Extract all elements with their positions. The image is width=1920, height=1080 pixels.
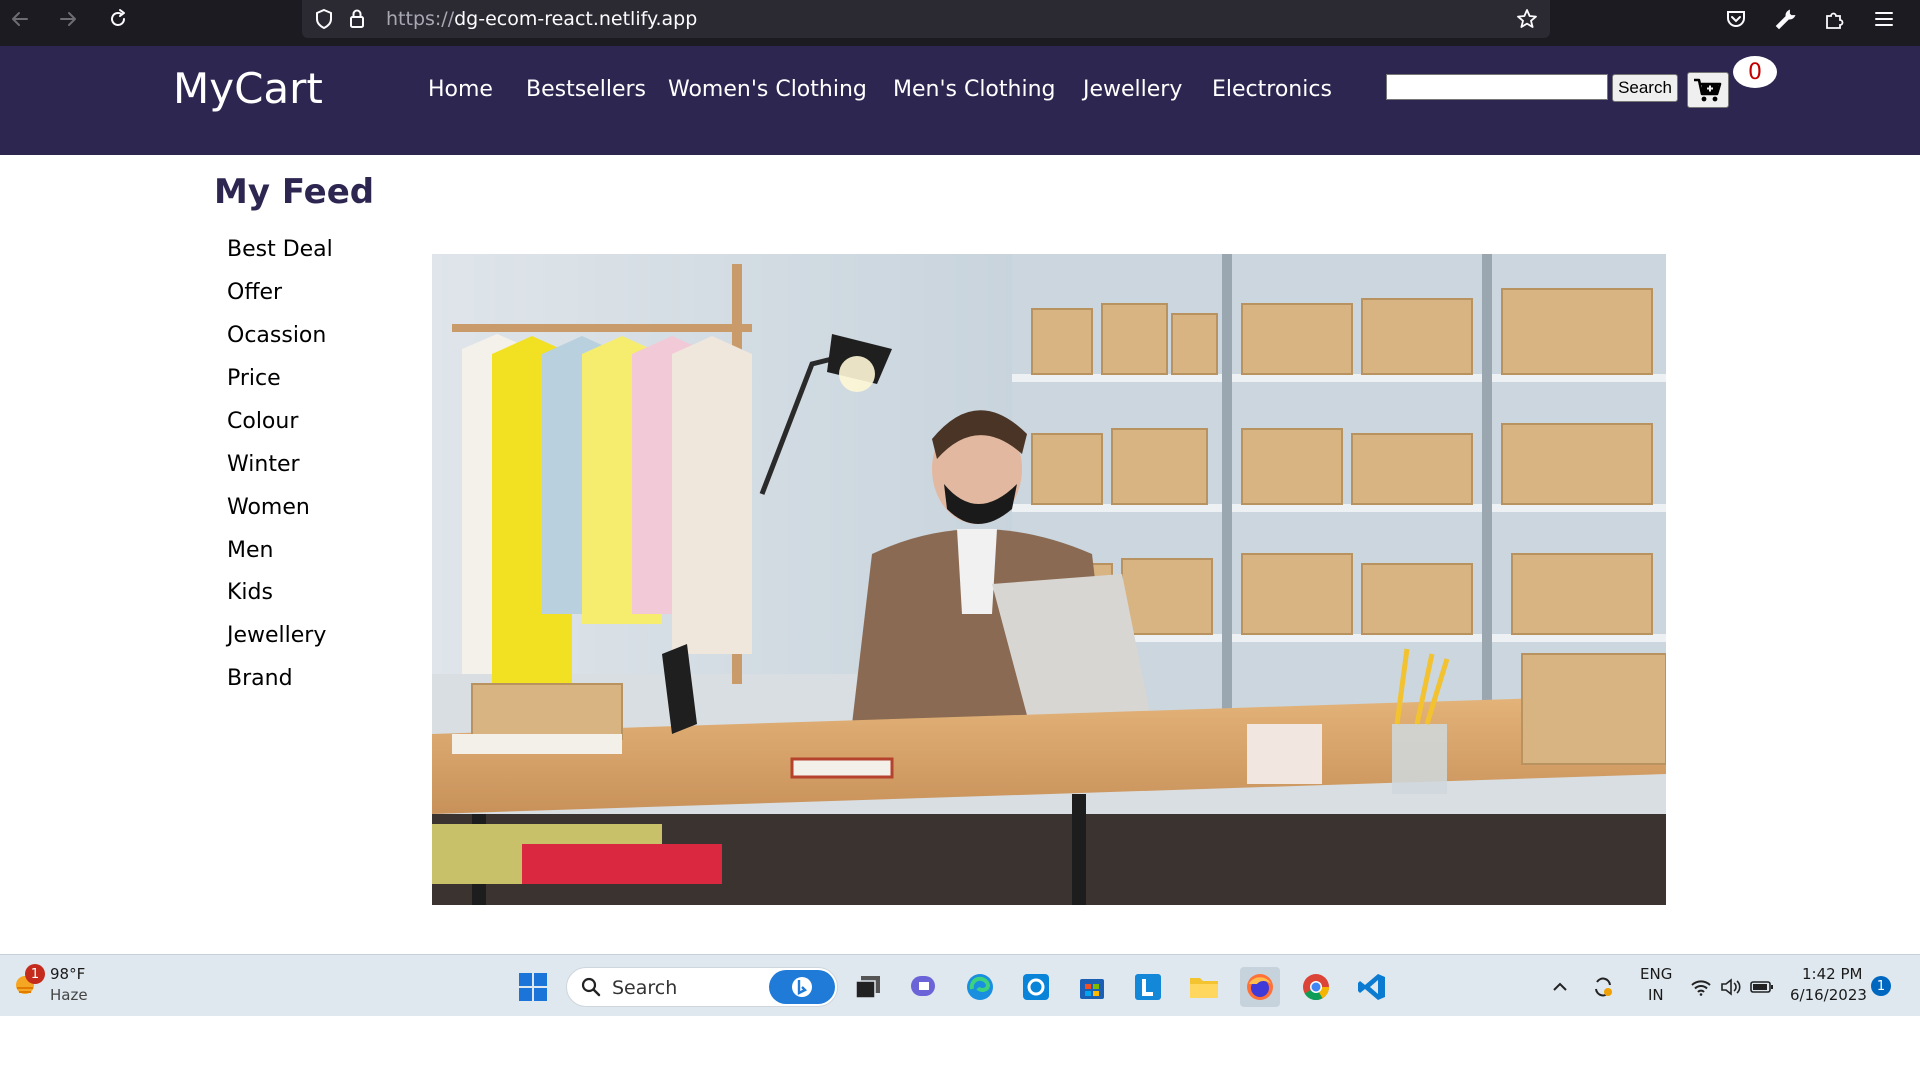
nav-home[interactable]: Home: [428, 77, 493, 102]
taskbar: 1 98°F Haze Search ENG IN 1:42 PM 6/16/2…: [0, 954, 1920, 1017]
blank-area: [0, 1016, 1920, 1080]
url-text: https://dg-ecom-react.netlify.app: [386, 8, 697, 30]
feed-item-women[interactable]: Women: [227, 495, 310, 520]
weather-desc[interactable]: Haze: [50, 986, 88, 1004]
cart-button[interactable]: [1687, 72, 1729, 108]
hero-image: [432, 254, 1666, 905]
shield-icon[interactable]: [312, 8, 336, 30]
store-icon[interactable]: [1072, 967, 1112, 1007]
extensions-icon[interactable]: [1820, 7, 1848, 31]
volume-icon[interactable]: [1718, 967, 1744, 1007]
l-app-icon[interactable]: [1128, 967, 1168, 1007]
url-scheme: https://: [386, 8, 455, 30]
back-button[interactable]: [0, 0, 40, 38]
site-header: MyCart Home Bestsellers Women's Clothing…: [0, 46, 1920, 155]
forward-button[interactable]: [48, 0, 88, 38]
sync-icon[interactable]: [1588, 967, 1618, 1007]
site-logo[interactable]: MyCart: [173, 64, 323, 113]
battery-icon[interactable]: [1748, 967, 1776, 1007]
feed-item-best-deal[interactable]: Best Deal: [227, 237, 333, 262]
search-button[interactable]: Search: [1612, 74, 1678, 102]
file-explorer-icon[interactable]: [1184, 967, 1224, 1007]
nav-jewellery[interactable]: Jewellery: [1083, 77, 1182, 102]
feed-item-winter[interactable]: Winter: [227, 452, 300, 477]
clock-time[interactable]: 1:42 PM: [1802, 965, 1862, 983]
feed-item-ocassion[interactable]: Ocassion: [227, 323, 326, 348]
language-bottom[interactable]: IN: [1648, 986, 1664, 1004]
taskbar-search[interactable]: Search: [566, 967, 838, 1007]
vscode-icon[interactable]: [1352, 967, 1392, 1007]
lock-icon[interactable]: [346, 7, 368, 31]
teams-chat-icon[interactable]: [904, 967, 944, 1007]
edge-icon[interactable]: [960, 967, 1000, 1007]
weather-temp[interactable]: 98°F: [50, 965, 85, 983]
search-icon: [581, 977, 601, 997]
search-input[interactable]: [1386, 74, 1608, 100]
feed-item-offer[interactable]: Offer: [227, 280, 282, 305]
chrome-icon[interactable]: [1296, 967, 1336, 1007]
nav-electronics[interactable]: Electronics: [1212, 77, 1332, 102]
feed-item-jewellery[interactable]: Jewellery: [227, 623, 326, 648]
nav-mens-clothing[interactable]: Men's Clothing: [893, 77, 1056, 102]
bookmark-star-icon[interactable]: [1514, 7, 1540, 31]
browser-toolbar: https://dg-ecom-react.netlify.app: [0, 0, 1920, 46]
feed-item-brand[interactable]: Brand: [227, 666, 293, 691]
url-bar[interactable]: https://dg-ecom-react.netlify.app: [302, 0, 1550, 38]
windows-icon: [519, 973, 547, 1001]
cortana-icon[interactable]: [1016, 967, 1056, 1007]
url-host: dg-ecom-react.netlify.app: [454, 8, 698, 30]
nav-womens-clothing[interactable]: Women's Clothing: [668, 77, 867, 102]
pocket-icon[interactable]: [1722, 7, 1750, 31]
start-button[interactable]: [513, 967, 553, 1007]
notification-badge[interactable]: 1: [1871, 976, 1891, 996]
nav-bestsellers[interactable]: Bestsellers: [526, 77, 646, 102]
feed-item-colour[interactable]: Colour: [227, 409, 298, 434]
feed-title: My Feed: [214, 172, 375, 212]
clock-date[interactable]: 6/16/2023: [1790, 986, 1867, 1004]
hamburger-menu-icon[interactable]: [1870, 7, 1898, 31]
reload-button[interactable]: [98, 0, 138, 38]
task-view-icon[interactable]: [848, 967, 888, 1007]
taskbar-search-label: Search: [612, 977, 678, 999]
cart-icon: [1694, 78, 1722, 102]
feed-item-kids[interactable]: Kids: [227, 580, 273, 605]
language-top[interactable]: ENG: [1640, 965, 1672, 983]
wifi-icon[interactable]: [1688, 967, 1714, 1007]
arrow-left-icon: [12, 12, 28, 26]
arrow-right-icon: [60, 12, 76, 26]
feed-item-men[interactable]: Men: [227, 538, 273, 563]
chevron-up-icon[interactable]: [1546, 967, 1574, 1007]
reload-icon: [111, 9, 125, 26]
weather-badge: 1: [25, 964, 45, 984]
cart-count-badge: 0: [1733, 56, 1777, 88]
bing-icon[interactable]: [769, 970, 835, 1004]
feed-item-price[interactable]: Price: [227, 366, 281, 391]
firefox-icon[interactable]: [1240, 967, 1280, 1007]
hero-illustration: [432, 254, 1666, 905]
wrench-icon[interactable]: [1772, 7, 1800, 31]
